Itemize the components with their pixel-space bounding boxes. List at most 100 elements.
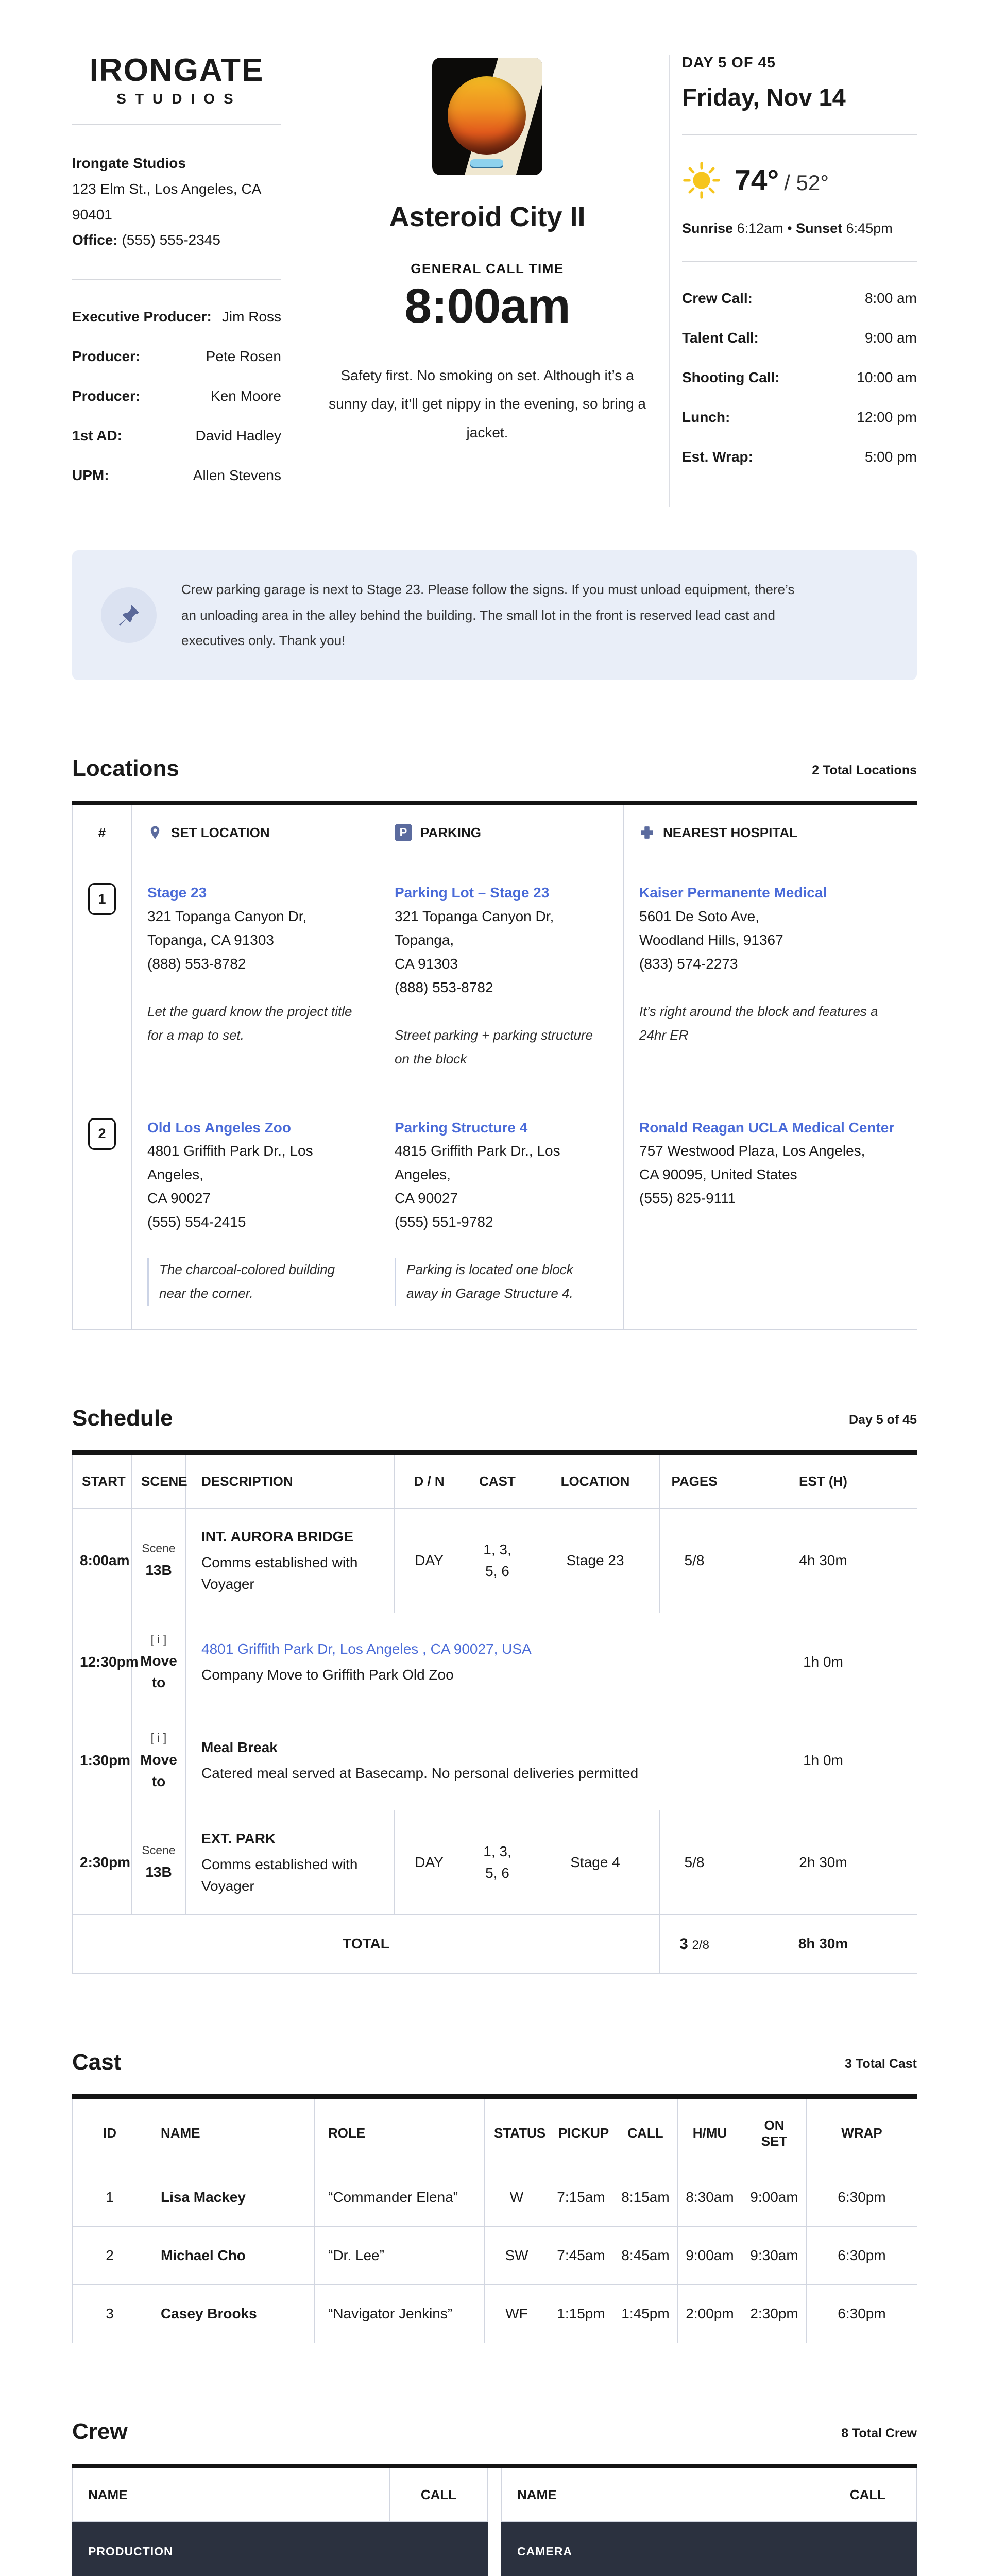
scene-number: 13B <box>139 1861 178 1883</box>
parking-link[interactable]: Parking Structure 4 <box>395 1116 527 1140</box>
cast-pickup: 1:15pm <box>549 2284 613 2343</box>
total-pages-main: 3 <box>679 1936 688 1953</box>
poster-spaceship <box>470 159 503 167</box>
cast-row: 1 Lisa Mackey “Commander Elena” W 7:15am… <box>73 2168 917 2226</box>
dot-separator: • <box>787 221 792 236</box>
schedule-section-header: Schedule Day 5 of 45 <box>72 1407 917 1430</box>
crew-section-row: CAMERA <box>502 2521 917 2576</box>
credit-label: Producer: <box>72 348 140 365</box>
cast-id: 1 <box>73 2168 147 2226</box>
cast-title: Cast <box>72 2051 121 2074</box>
company-office: Office: (555) 555-2345 <box>72 227 281 253</box>
scene-cell: Scene 13B <box>132 1810 186 1914</box>
credit-row: Executive Producer: Jim Ross <box>72 309 281 325</box>
col-call: CALL <box>613 2096 678 2168</box>
crew-header-row: NAME CALL <box>502 2468 917 2522</box>
call-label: Crew Call: <box>682 290 753 307</box>
col-set-location: SET LOCATION <box>132 803 379 860</box>
address-line: Woodland Hills, 91367 <box>639 928 901 952</box>
locations-section-header: Locations 2 Total Locations <box>72 757 917 780</box>
general-call-time: 8:00am <box>321 281 654 332</box>
address-line: 5601 De Soto Ave, <box>639 905 901 928</box>
col-pickup: PICKUP <box>549 2096 613 2168</box>
set-location-link[interactable]: Old Los Angeles Zoo <box>147 1116 291 1140</box>
start-time: 2:30pm <box>73 1810 132 1914</box>
parking-link[interactable]: Parking Lot – Stage 23 <box>395 881 549 905</box>
header-left-column: IRONGATE STUDIOS Irongate Studios 123 El… <box>72 55 305 507</box>
cast-section-header: Cast 3 Total Cast <box>72 2051 917 2074</box>
scene-label: Scene <box>139 1539 178 1557</box>
location-number-cell: 1 <box>73 860 132 1095</box>
start-time: 12:30pm <box>73 1613 132 1711</box>
col-pages: PAGES <box>660 1452 729 1508</box>
col-status: STATUS <box>485 2096 549 2168</box>
cast-onset: 9:00am <box>742 2168 807 2226</box>
description-cell: EXT. PARK Comms established with Voyager <box>186 1810 395 1914</box>
irongate-logo: IRONGATE STUDIOS <box>72 55 281 107</box>
credit-label: Producer: <box>72 388 140 404</box>
col-est: EST (H) <box>729 1452 917 1508</box>
col-number: # <box>73 803 132 860</box>
office-phone: (555) 555-2345 <box>122 232 220 248</box>
credit-row: Producer: Pete Rosen <box>72 348 281 365</box>
logo-wordmark: IRONGATE <box>72 55 281 87</box>
phone: (555) 554-2415 <box>147 1210 363 1234</box>
set-location-header-label: SET LOCATION <box>171 825 270 841</box>
crew-department: PRODUCTION <box>73 2521 488 2576</box>
start-time: 1:30pm <box>73 1711 132 1810</box>
move-to-label: Move to <box>139 1650 178 1693</box>
cast-id: 3 <box>73 2284 147 2343</box>
parking-header-label: PARKING <box>420 825 481 841</box>
location-note: The charcoal-colored building near the c… <box>147 1258 363 1306</box>
production-title: Asteroid City II <box>321 201 654 233</box>
crew-table-right: NAME CALL CAMERA Alex Rowan DP 7:30am <box>501 2468 917 2576</box>
col-dn: D / N <box>395 1452 464 1508</box>
header-right-column: DAY 5 OF 45 Friday, Nov 14 <box>670 55 917 507</box>
divider <box>682 134 917 135</box>
cast-table: ID NAME ROLE STATUS PICKUP CALL H/MU ON … <box>72 2094 917 2343</box>
day-counter: DAY 5 OF 45 <box>682 55 917 72</box>
hospital-link[interactable]: Kaiser Permanente Medical <box>639 881 827 905</box>
call-sheet-page: IRONGATE STUDIOS Irongate Studios 123 El… <box>0 0 989 2576</box>
address-line: CA 90027 <box>395 1187 608 1210</box>
hospital-link[interactable]: Ronald Reagan UCLA Medical Center <box>639 1116 894 1140</box>
cast-name: Michael Cho <box>147 2226 315 2284</box>
call-value: 12:00 pm <box>857 409 917 426</box>
pin-circle <box>101 587 157 643</box>
address-line: CA 90095, United States <box>639 1163 901 1187</box>
sunrise-sunset: Sunrise 6:12am • Sunset 6:45pm <box>682 221 917 236</box>
phone: (555) 825-9111 <box>639 1187 901 1210</box>
call-value: 9:00 am <box>865 330 917 346</box>
office-label: Office: <box>72 232 118 248</box>
cast-hmu: 2:00pm <box>678 2284 742 2343</box>
schedule-header-row: START SCENE DESCRIPTION D / N CAST LOCAT… <box>73 1452 917 1508</box>
col-start: START <box>73 1452 132 1508</box>
locations-title: Locations <box>72 757 179 780</box>
cast-onset: 2:30pm <box>742 2284 807 2343</box>
credits-list: Executive Producer: Jim Ross Producer: P… <box>72 309 281 484</box>
cast-name: Casey Brooks <box>147 2284 315 2343</box>
scene-number: 13B <box>139 1560 178 1581</box>
scene-cell: [ i ] Move to <box>132 1613 186 1711</box>
address-line: CA 90027 <box>147 1187 363 1210</box>
hospital-cross-icon <box>639 825 655 840</box>
address-line: CA 91303 <box>395 952 608 976</box>
location: Stage 4 <box>531 1810 660 1914</box>
cast-row: 3 Casey Brooks “Navigator Jenkins” WF 1:… <box>73 2284 917 2343</box>
col-role: ROLE <box>315 2096 485 2168</box>
parking-cell: Parking Structure 4 4815 Griffith Park D… <box>379 1095 624 1329</box>
start-time: 8:00am <box>73 1508 132 1613</box>
address-line: 321 Topanga Canyon Dr, Topanga, <box>395 905 608 952</box>
safety-note: Safety first. No smoking on set. Althoug… <box>328 361 647 447</box>
location-number-badge: 2 <box>88 1118 116 1150</box>
set-location-cell: Stage 23 321 Topanga Canyon Dr, Topanga,… <box>132 860 379 1095</box>
schedule-move-link[interactable]: 4801 Griffith Park Dr, Los Angeles , CA … <box>201 1638 532 1660</box>
set-location-link[interactable]: Stage 23 <box>147 881 207 905</box>
company-address: 123 Elm St., Los Angeles, CA 90401 <box>72 176 281 228</box>
hospital-cell: Ronald Reagan UCLA Medical Center 757 We… <box>624 1095 917 1329</box>
crew-header-row: NAME CALL <box>73 2468 488 2522</box>
cast-onset: 9:30am <box>742 2226 807 2284</box>
description-cell: INT. AURORA BRIDGE Comms established wit… <box>186 1508 395 1613</box>
description-cell: Meal Break Catered meal served at Baseca… <box>186 1711 729 1810</box>
header: IRONGATE STUDIOS Irongate Studios 123 El… <box>72 0 917 507</box>
